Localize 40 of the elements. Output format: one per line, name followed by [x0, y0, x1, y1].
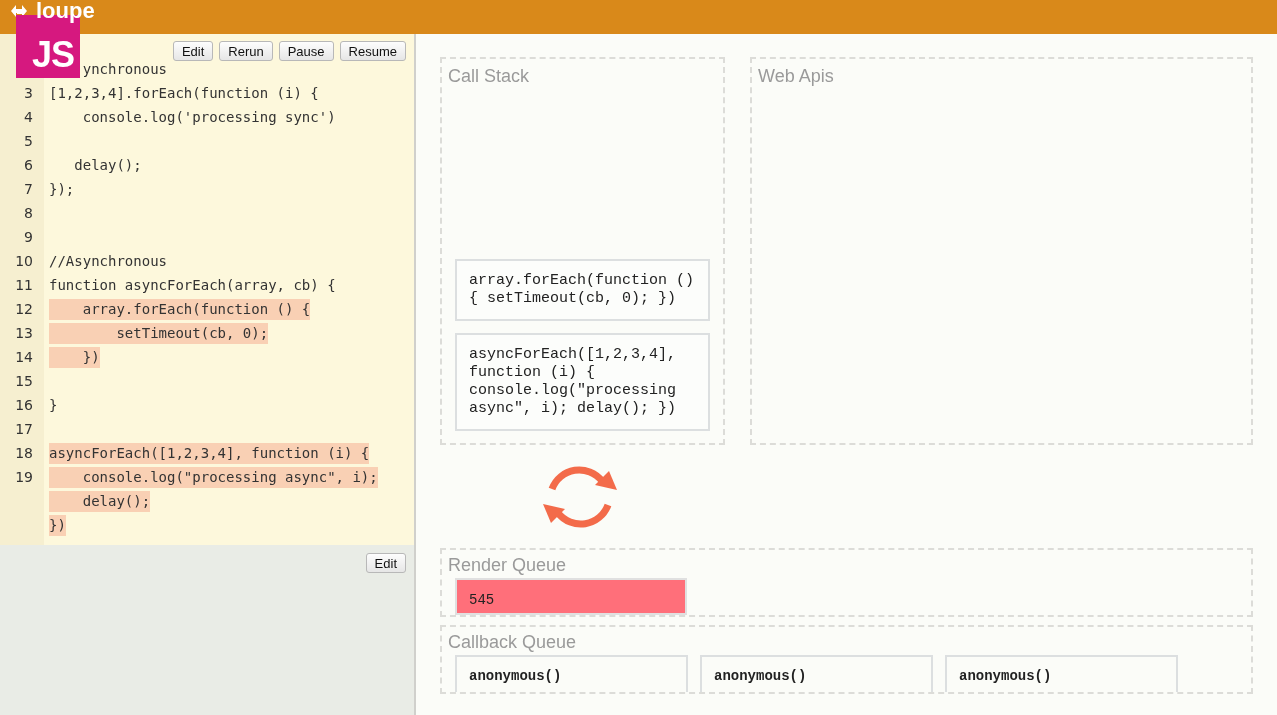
line-number: 8: [23, 205, 34, 221]
code-line: }: [49, 395, 58, 415]
line-number: 18: [14, 445, 34, 461]
callback-item: anonymous(): [700, 655, 933, 692]
panel-title: Web Apis: [757, 65, 835, 87]
line-number: 13: [14, 325, 34, 341]
line-number: 15: [14, 373, 34, 389]
line-number: 14: [14, 349, 34, 365]
code-line: console.log('processing sync'): [81, 107, 336, 127]
line-number: 3: [23, 85, 34, 101]
line-number: 11: [14, 277, 34, 293]
stack-frame: array.forEach(function () { setTimeout(cb, 0); }): [455, 259, 710, 321]
line-number: 12: [14, 301, 34, 317]
toolbar-button[interactable]: Pause: [278, 41, 334, 61]
line-number: 9: [23, 229, 34, 245]
line-number: 10: [14, 253, 34, 269]
code-line: function asyncForEach(array, cb) {: [49, 275, 336, 295]
line-number: 17: [14, 421, 34, 437]
code-line: [1,2,3,4].forEach(function (i) {: [49, 83, 319, 103]
line-number: 5: [23, 133, 34, 149]
callback-item: anonymous(): [455, 655, 688, 692]
render-item: 545: [455, 578, 687, 615]
panel-title: Render Queue: [447, 554, 568, 576]
line-number: 7: [23, 181, 34, 197]
toolbar-button[interactable]: Rerun: [219, 41, 273, 61]
line-number: 4: [23, 109, 34, 125]
panel-title: Callback Queue: [447, 631, 578, 653]
code-line: //Asynchronous: [49, 251, 167, 271]
code-line: });: [49, 179, 75, 199]
toolbar-button[interactable]: Resume: [339, 41, 406, 61]
line-number: 16: [14, 397, 34, 413]
callback-item: anonymous(): [945, 655, 1178, 692]
line-number: 6: [23, 157, 34, 173]
code-line: ynchronous: [81, 59, 167, 79]
edit-button[interactable]: Edit: [365, 553, 406, 573]
code-line: delay();: [73, 155, 142, 175]
stack-frame: asyncForEach([1,2,3,4], function (i) { console.log("processing async", i); delay(); }): [455, 333, 710, 431]
panel-title: Call Stack: [447, 65, 531, 87]
toolbar-button[interactable]: Edit: [172, 41, 214, 61]
line-number: 19: [14, 469, 34, 485]
